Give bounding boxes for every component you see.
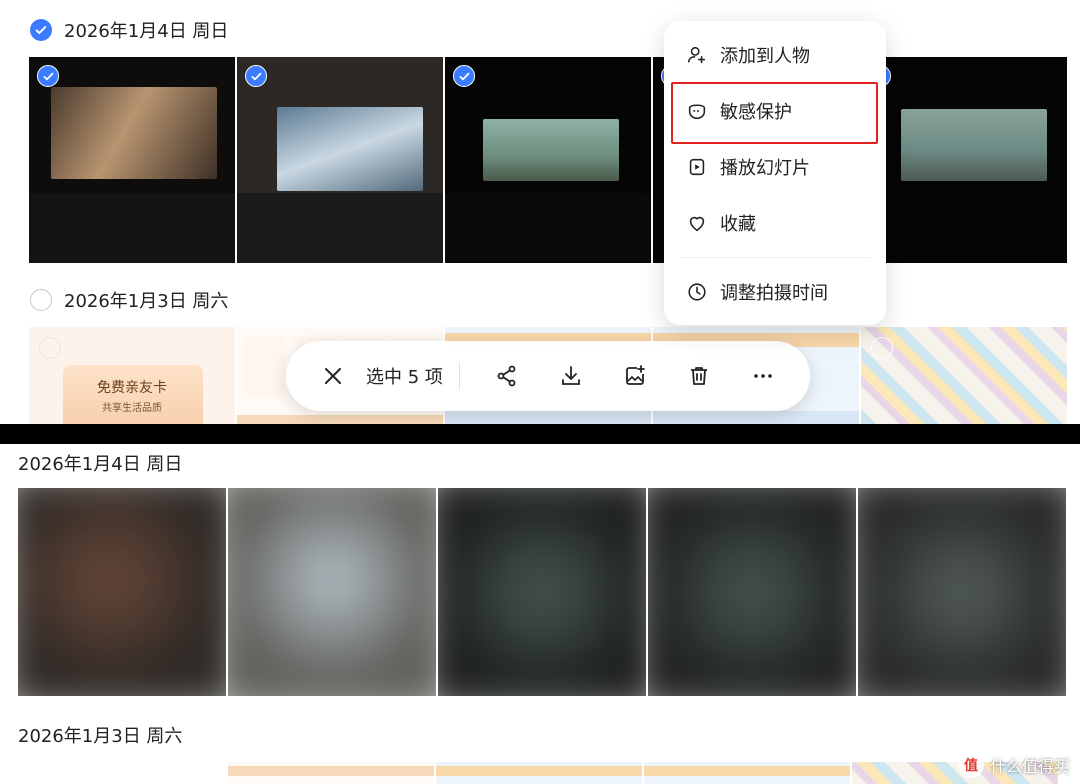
selected-check-icon[interactable] [245, 65, 267, 87]
menu-item-label: 收藏 [720, 214, 756, 235]
date-label: 2026年1月4日 周日 [64, 21, 229, 42]
toolbar-divider [458, 362, 460, 390]
share-button[interactable] [482, 351, 532, 401]
close-icon [325, 368, 341, 384]
date-label: 2026年1月4日 周日 [18, 454, 183, 475]
menu-item-sensitive-protection[interactable]: 敏感保护 [664, 83, 886, 139]
smzdm-logo-icon: 值 [957, 752, 984, 778]
photo-thumbnail[interactable] [861, 57, 1067, 263]
photo-thumbnail[interactable]: 免费亲友卡 共享生活品质 [29, 327, 235, 424]
date-group-header: 2026年1月3日 周六 [18, 722, 182, 748]
watermark-text: 什么值得买 [989, 757, 1070, 776]
selection-toolbar: 选中 5 项 [286, 341, 810, 411]
date-group-header: 2026年1月4日 周日 [18, 450, 182, 476]
screenshot-divider [0, 424, 1080, 444]
more-options-menu: 添加到人物 敏感保护 播放幻灯片 收藏 调整拍摄时间 [664, 21, 886, 325]
photo-thumbnail[interactable] [436, 762, 642, 784]
watermark: 值 什么值得买 [957, 752, 1070, 778]
heart-icon [689, 216, 705, 232]
privacy-mask-icon [688, 104, 706, 120]
close-selection-button[interactable] [308, 351, 358, 401]
delete-icon [690, 367, 707, 385]
blurred-photo-thumbnail[interactable] [858, 488, 1066, 696]
photo-thumbnail[interactable] [237, 57, 443, 263]
menu-item-label: 播放幻灯片 [720, 158, 810, 179]
photo-grid [29, 57, 1067, 263]
blurred-photo-thumbnail[interactable] [438, 488, 646, 696]
date-label: 2026年1月3日 周六 [64, 291, 229, 312]
more-button[interactable] [738, 351, 788, 401]
date-group-header: 2026年1月3日 周六 [30, 287, 228, 313]
unselected-ring-icon[interactable] [39, 337, 61, 359]
photo-thumbnail[interactable] [644, 762, 850, 784]
photo-grid [228, 762, 1058, 784]
check-icon [35, 25, 47, 35]
photo-thumbnail[interactable] [228, 762, 434, 784]
menu-item-label: 调整拍摄时间 [720, 283, 828, 304]
unselected-ring-icon[interactable] [871, 337, 893, 359]
photo-thumbnail[interactable] [445, 57, 651, 263]
blurred-photo-grid [18, 488, 1066, 696]
delete-button[interactable] [674, 351, 724, 401]
photo-thumbnail[interactable] [29, 57, 235, 263]
toolbar-actions [482, 351, 788, 401]
person-add-icon [687, 46, 706, 64]
share-icon [497, 365, 516, 387]
promo-card-subtitle: 共享生活品质 [102, 403, 162, 414]
more-icon [754, 374, 772, 378]
menu-item-label: 敏感保护 [720, 102, 792, 123]
gallery-selection-view: 2026年1月4日 周日 2026年1月3日 周六 免费亲友卡 共享生活品质 选… [0, 0, 1080, 424]
date-group-header: 2026年1月4日 周日 [30, 17, 228, 43]
blurred-photo-thumbnail[interactable] [648, 488, 856, 696]
add-to-album-icon [626, 365, 645, 385]
clock-icon [688, 283, 706, 301]
menu-item-slideshow[interactable]: 播放幻灯片 [664, 139, 886, 195]
gallery-protected-view: 2026年1月4日 周日 2026年1月3日 周六 值 什么值得买 [0, 444, 1080, 784]
add-to-album-button[interactable] [610, 351, 660, 401]
download-button[interactable] [546, 351, 596, 401]
selected-check-icon[interactable] [453, 65, 475, 87]
menu-divider [680, 257, 870, 258]
selection-count: 选中 5 项 [366, 367, 443, 388]
slideshow-icon [689, 158, 705, 176]
blurred-photo-thumbnail[interactable] [18, 488, 226, 696]
date-label: 2026年1月3日 周六 [18, 726, 183, 747]
menu-item-favorite[interactable]: 收藏 [664, 195, 886, 251]
blurred-photo-thumbnail[interactable] [228, 488, 436, 696]
download-icon [562, 366, 580, 385]
menu-item-add-to-person[interactable]: 添加到人物 [664, 27, 886, 83]
select-group-checkbox[interactable] [30, 19, 52, 41]
promo-card-title: 免费亲友卡 [97, 380, 167, 396]
menu-item-label: 添加到人物 [720, 46, 810, 67]
menu-item-adjust-capture-time[interactable]: 调整拍摄时间 [664, 264, 886, 320]
select-group-checkbox[interactable] [30, 289, 52, 311]
selected-check-icon[interactable] [37, 65, 59, 87]
photo-thumbnail[interactable] [861, 327, 1067, 424]
